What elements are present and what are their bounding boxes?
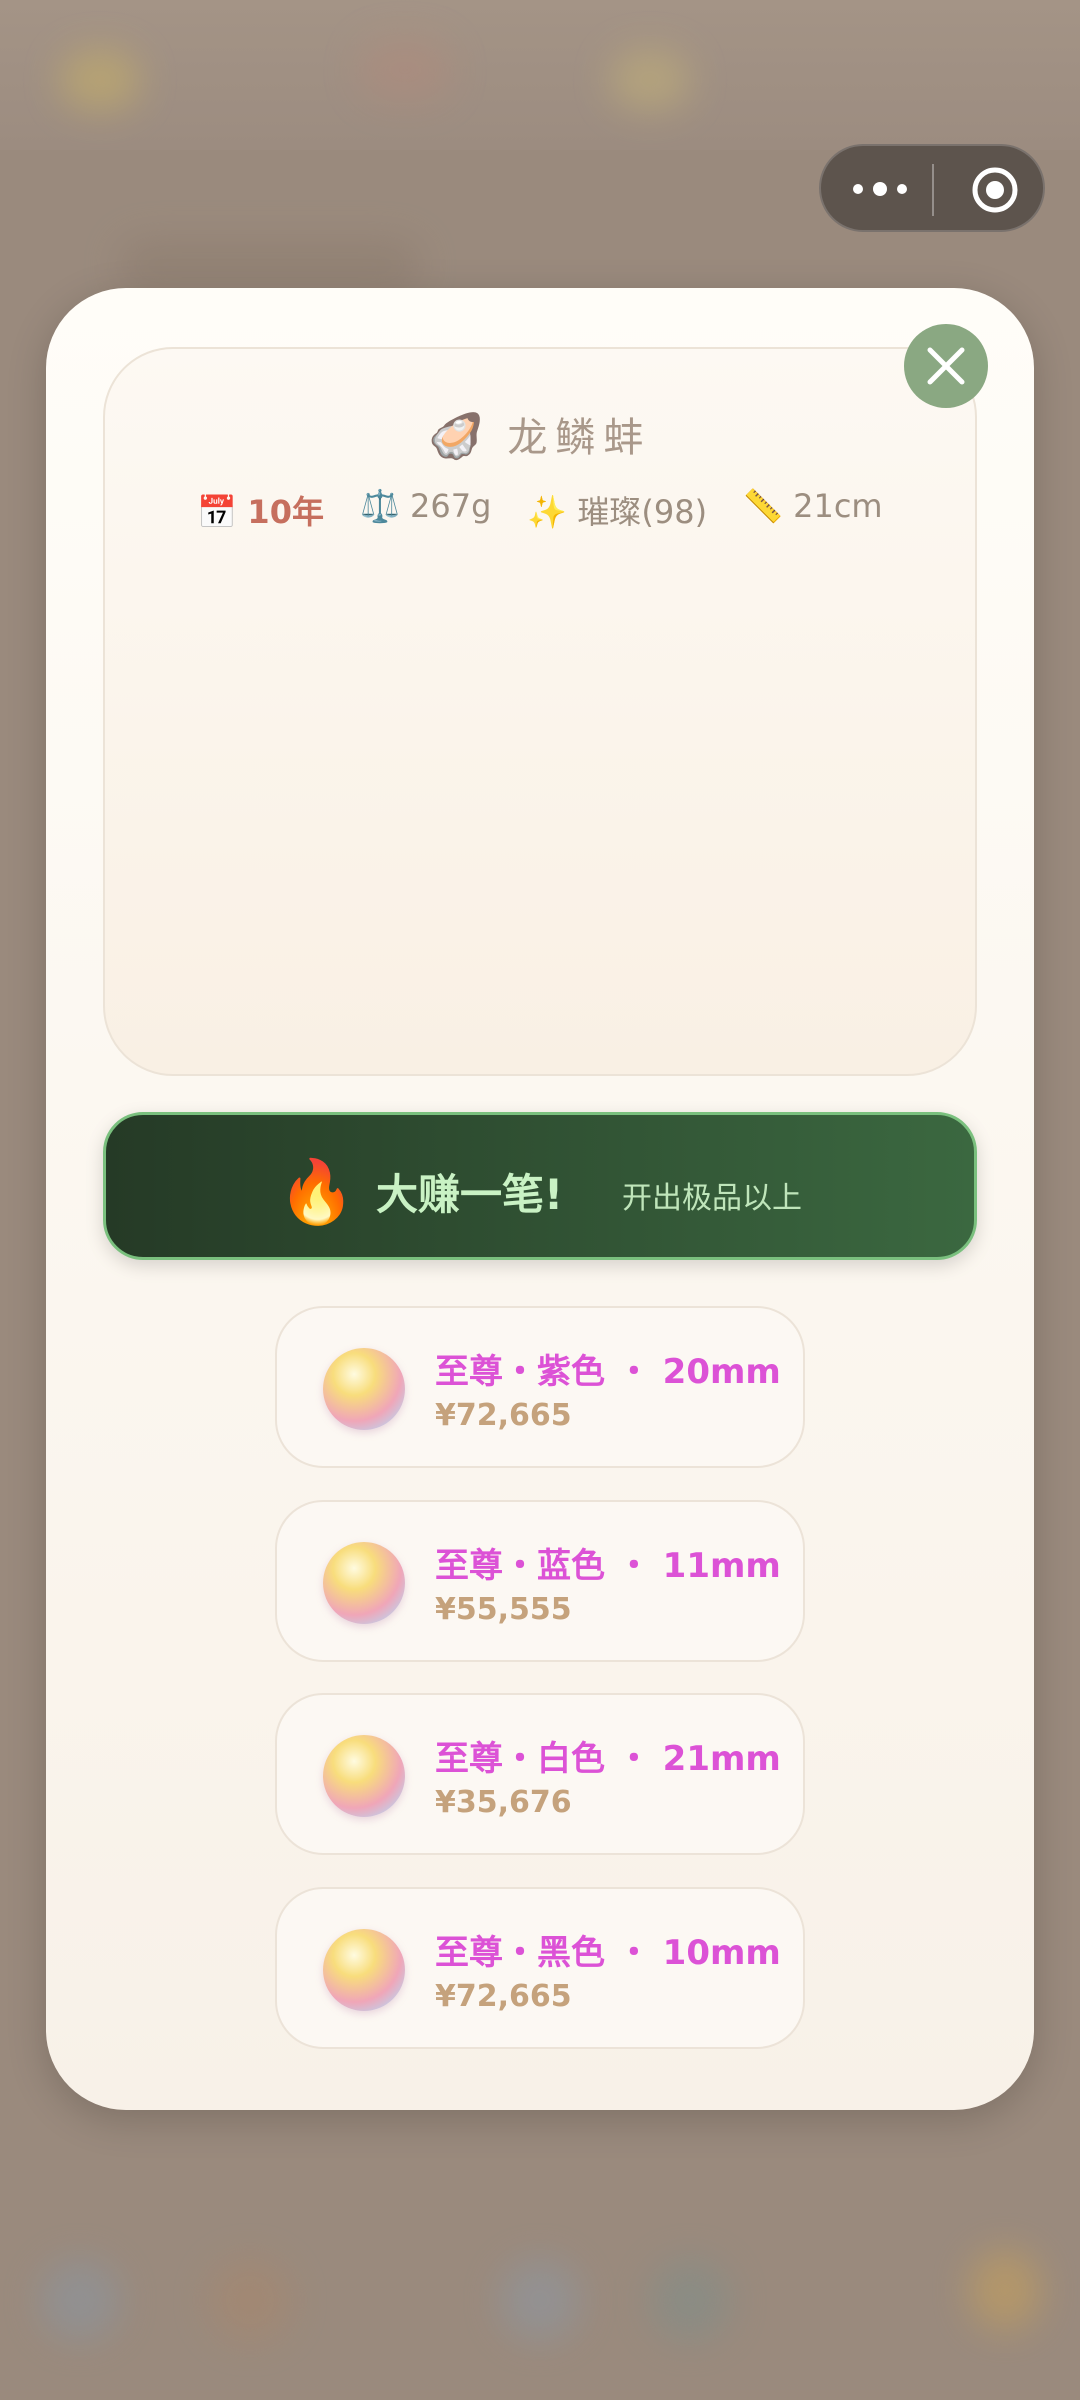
background-blob xyxy=(360,40,450,100)
miniprogram-capsule xyxy=(819,144,1045,232)
background-blob xyxy=(500,2260,580,2340)
pearl-price: ¥55,555 xyxy=(435,1592,572,1627)
size-value: 21cm xyxy=(793,487,883,525)
pearl-icon xyxy=(323,1929,405,2011)
more-options-button[interactable] xyxy=(851,176,921,204)
luster-value: 璀璨(98) xyxy=(577,493,708,531)
banner-subtitle: 开出极品以上 xyxy=(622,1181,802,1216)
calendar-icon: 📅 xyxy=(197,493,238,531)
fire-icon: 🔥 xyxy=(278,1155,356,1228)
pearl-item[interactable]: 至尊・白色 ・ 21mm ¥35,676 xyxy=(275,1693,805,1855)
clam-meta: 📅 10年 ⚖️ 267g ✨ 璀璨(98) 📏 21cm xyxy=(105,487,975,533)
age-value: 10年 xyxy=(247,493,324,531)
exit-miniprogram-button[interactable] xyxy=(971,166,1019,214)
pearl-price: ¥72,665 xyxy=(435,1979,572,2014)
background-blob xyxy=(120,240,420,290)
pearl-item[interactable]: 至尊・蓝色 ・ 11mm ¥55,555 xyxy=(275,1500,805,1662)
age-stat: 📅 10年 xyxy=(197,487,324,533)
capsule-divider xyxy=(932,164,934,216)
pearl-price: ¥72,665 xyxy=(435,1398,572,1433)
pearl-icon xyxy=(323,1348,405,1430)
sparkles-icon: ✨ xyxy=(527,493,568,531)
clam-name: 龙鳞蚌 xyxy=(507,415,652,461)
background-header xyxy=(0,0,1080,150)
pearl-name: 至尊・白色 ・ 21mm xyxy=(435,1739,781,1779)
pearl-icon xyxy=(323,1542,405,1624)
pearl-item[interactable]: 至尊・紫色 ・ 20mm ¥72,665 xyxy=(275,1306,805,1468)
result-banner: 🔥 大赚一笔! 开出极品以上 xyxy=(103,1112,977,1260)
oyster-icon: 🦪 xyxy=(428,411,484,462)
clam-title: 🦪 龙鳞蚌 xyxy=(105,405,975,463)
size-stat: 📏 21cm xyxy=(743,487,883,533)
pearl-name: 至尊・紫色 ・ 20mm xyxy=(435,1352,781,1392)
pearl-icon xyxy=(323,1735,405,1817)
target-icon xyxy=(972,167,1018,213)
close-button[interactable] xyxy=(904,324,988,408)
background-blob xyxy=(210,2260,290,2340)
banner-headline: 大赚一笔! xyxy=(376,1170,564,1219)
dot-icon xyxy=(853,184,863,194)
clam-info-card: 🦪 龙鳞蚌 📅 10年 ⚖️ 267g ✨ 璀璨(98) 📏 21cm xyxy=(103,347,977,1076)
background-blob xyxy=(970,2250,1040,2330)
pearl-name: 至尊・蓝色 ・ 11mm xyxy=(435,1546,781,1586)
background-blob xyxy=(40,2260,120,2340)
dot-icon xyxy=(897,184,907,194)
close-icon xyxy=(927,347,965,385)
weight-value: 267g xyxy=(409,487,492,525)
pearl-name: 至尊・黑色 ・ 10mm xyxy=(435,1933,781,1973)
pearl-item[interactable]: 至尊・黑色 ・ 10mm ¥72,665 xyxy=(275,1887,805,2049)
background-blob xyxy=(610,50,690,110)
pearl-price: ¥35,676 xyxy=(435,1785,572,1820)
dot-icon xyxy=(873,182,887,196)
ruler-icon: 📏 xyxy=(743,487,783,525)
background-blob xyxy=(650,2260,730,2340)
luster-stat: ✨ 璀璨(98) xyxy=(527,487,707,533)
background-blob xyxy=(60,50,140,110)
scale-icon: ⚖️ xyxy=(359,487,400,525)
weight-stat: ⚖️ 267g xyxy=(360,487,491,533)
